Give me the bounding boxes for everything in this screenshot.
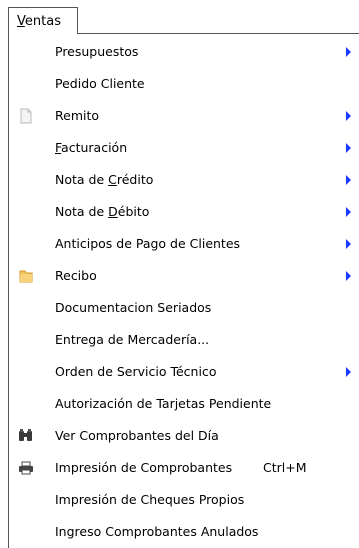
menu-tab-ventas[interactable]: Ventas (8, 7, 78, 34)
document-icon (20, 108, 32, 124)
menu-item-label: Impresión de Cheques Propios (55, 492, 245, 507)
submenu-arrow-icon (346, 175, 351, 185)
submenu-arrow-icon (346, 239, 351, 249)
menu-item-remito[interactable]: Remito (9, 100, 359, 132)
screen: Ventas Presupuestos Pedido Cliente Remit… (0, 0, 359, 548)
menu-item-impresion-de-cheques[interactable]: Impresión de Cheques Propios (9, 484, 359, 516)
menu-item-recibo[interactable]: Recibo (9, 260, 359, 292)
binoculars-icon (19, 429, 32, 441)
menu-item-ver-comprobantes-del-dia[interactable]: Ver Comprobantes del Día (9, 420, 359, 452)
menu-item-facturacion[interactable]: Facturación (9, 132, 359, 164)
ventas-dropdown-menu: Presupuestos Pedido Cliente Remito Factu… (8, 33, 359, 548)
printer-icon (19, 461, 33, 475)
menu-item-anticipos-de-pago[interactable]: Anticipos de Pago de Clientes (9, 228, 359, 260)
shortcut-label: Ctrl+M (263, 460, 307, 475)
menu-item-label: Impresión de Comprobantes (55, 460, 233, 475)
menu-item-nota-de-credito[interactable]: Nota de Crédito (9, 164, 359, 196)
menu-item-impresion-de-comprobantes[interactable]: Impresión de Comprobantes Ctrl+M (9, 452, 359, 484)
menu-item-label: Autorización de Tarjetas Pendiente (55, 396, 272, 411)
menu-item-label: Entrega de Mercadería... (55, 332, 210, 347)
menu-item-label: Anticipos de Pago de Clientes (55, 236, 241, 251)
menu-item-entrega-de-mercaderia[interactable]: Entrega de Mercadería... (9, 324, 359, 356)
menu-item-label: Facturación (55, 140, 128, 155)
folder-icon (19, 270, 33, 283)
menu-item-presupuestos[interactable]: Presupuestos (9, 36, 359, 68)
submenu-arrow-icon (346, 367, 351, 377)
menu-item-nota-de-debito[interactable]: Nota de Débito (9, 196, 359, 228)
dropdown-top-border (78, 33, 359, 34)
menu-item-label: Recibo (55, 268, 97, 283)
menu-item-label: Nota de Débito (55, 204, 150, 219)
menu-item-label: Ingreso Comprobantes Anulados (55, 524, 259, 539)
submenu-arrow-icon (346, 207, 351, 217)
menu-item-ingreso-comprobantes-anulados[interactable]: Ingreso Comprobantes Anulados (9, 516, 359, 548)
menu-item-pedido-cliente[interactable]: Pedido Cliente (9, 68, 359, 100)
submenu-arrow-icon (346, 143, 351, 153)
submenu-arrow-icon (346, 47, 351, 57)
menu-item-orden-de-servicio-tecnico[interactable]: Orden de Servicio Técnico (9, 356, 359, 388)
menu-item-label: Ver Comprobantes del Día (55, 428, 219, 443)
menu-item-documentacion-seriados[interactable]: Documentacion Seriados (9, 292, 359, 324)
menu-tab-label: Ventas (17, 14, 61, 29)
menu-item-autorizacion-de-tarjetas[interactable]: Autorización de Tarjetas Pendiente (9, 388, 359, 420)
menu-item-label: Pedido Cliente (55, 76, 145, 91)
menu-item-label: Documentacion Seriados (55, 300, 212, 315)
menu-item-label: Orden de Servicio Técnico (55, 364, 217, 379)
menu-item-label: Remito (55, 108, 100, 123)
menu-item-label: Nota de Crédito (55, 172, 154, 187)
submenu-arrow-icon (346, 271, 351, 281)
menu-item-label: Presupuestos (55, 44, 139, 59)
submenu-arrow-icon (346, 111, 351, 121)
